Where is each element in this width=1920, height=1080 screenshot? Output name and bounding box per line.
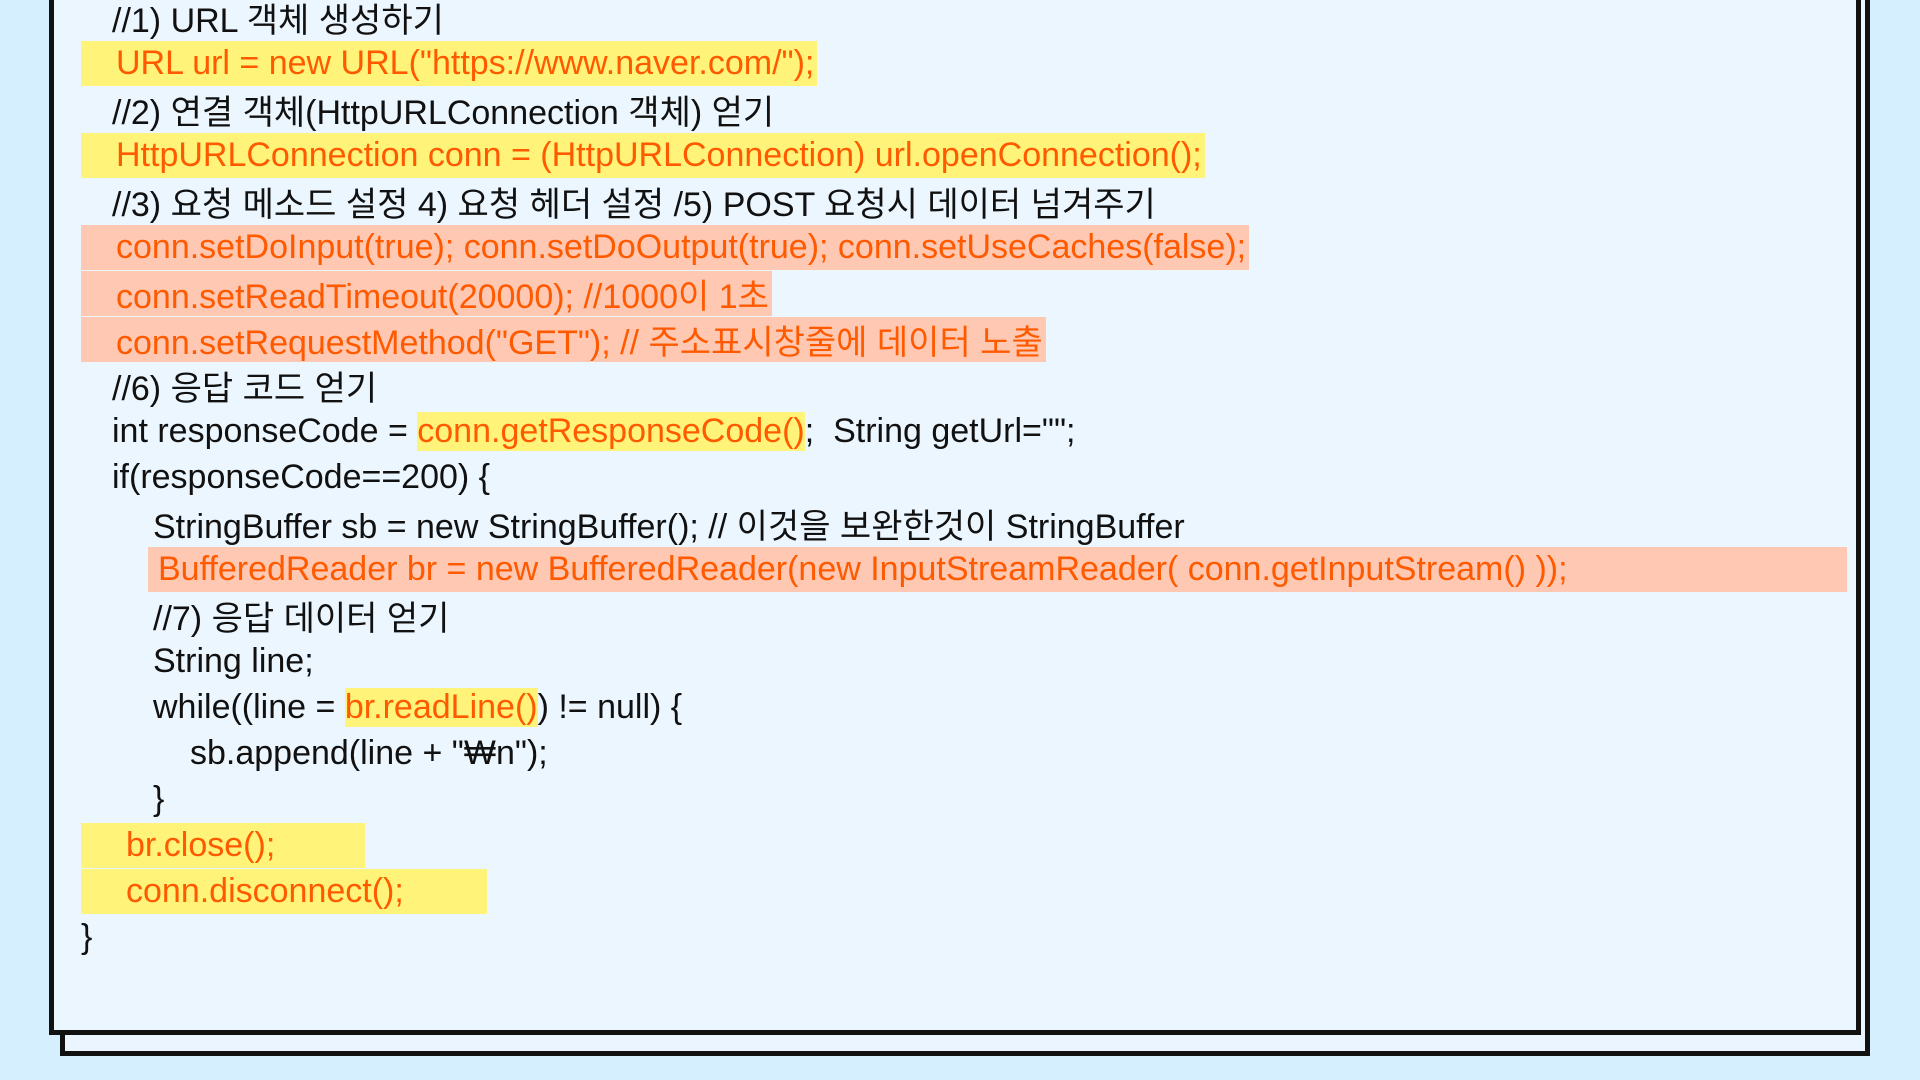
code-block: //1) URL 객체 생성하기 URL url = new URL("http… <box>81 0 1847 995</box>
code-line-comment-connection: //2) 연결 객체(HttpURLConnection 객체) 얻기 <box>112 87 774 132</box>
code-highlight: br.readLine() <box>344 688 538 727</box>
code-text: //1) URL 객체 생성하기 <box>112 2 444 40</box>
code-line-if: if(responseCode==200) { <box>112 455 490 500</box>
code-line-response-code: int responseCode = conn.getResponseCode(… <box>112 409 1075 454</box>
code-text: if(responseCode==200) { <box>112 458 491 496</box>
code-text: conn.setReadTimeout(20000); //1000이 1초 <box>116 278 769 316</box>
code-text: sb.append(line + "₩n"); <box>190 734 548 772</box>
code-line-set-timeout: conn.setReadTimeout(20000); //1000이 1초 <box>81 271 772 316</box>
code-line-append: sb.append(line + "₩n"); <box>190 731 548 776</box>
code-line-comment-url: //1) URL 객체 생성하기 <box>112 0 444 40</box>
code-line-set-method: conn.setRequestMethod("GET"); // 주소표시창줄에… <box>81 317 1046 362</box>
code-line-comment-request: //3) 요청 메소드 설정 4) 요청 헤더 설정 /5) POST 요청시 … <box>112 179 1156 224</box>
code-text: conn.setDoInput(true); conn.setDoOutput(… <box>116 228 1247 266</box>
code-text: StringBuffer sb = new StringBuffer(); //… <box>153 508 1185 546</box>
code-text: } <box>81 918 93 956</box>
code-line-open-connection: HttpURLConnection conn = (HttpURLConnect… <box>81 133 1205 178</box>
code-text: //6) 응답 코드 얻기 <box>112 370 378 408</box>
code-line-while: while((line = br.readLine()) != null) { <box>153 685 682 730</box>
code-line-comment-response-data: //7) 응답 데이터 얻기 <box>153 593 449 638</box>
code-text: //3) 요청 메소드 설정 4) 요청 헤더 설정 /5) POST 요청시 … <box>112 186 1156 224</box>
code-text: conn.disconnect(); <box>126 872 404 910</box>
code-prefix: int responseCode = <box>112 412 418 450</box>
code-line-disconnect: conn.disconnect(); <box>81 869 487 914</box>
code-line-set-options: conn.setDoInput(true); conn.setDoOutput(… <box>81 225 1250 270</box>
code-text: String line; <box>153 642 314 680</box>
code-line-close-reader: br.close(); <box>81 823 365 868</box>
code-text: BufferedReader br = new BufferedReader(n… <box>158 550 1568 588</box>
code-text: //7) 응답 데이터 얻기 <box>153 600 450 638</box>
code-text: URL url = new URL("https://www.naver.com… <box>116 44 815 82</box>
code-text: br.close(); <box>126 826 276 864</box>
code-suffix: ; String getUrl=""; <box>804 412 1076 450</box>
code-line-bufferedreader: BufferedReader br = new BufferedReader(n… <box>148 547 1847 592</box>
code-text: } <box>153 780 165 818</box>
code-line-comment-response-code: //6) 응답 코드 얻기 <box>112 363 377 408</box>
code-text: conn.setRequestMethod("GET"); // 주소표시창줄에… <box>116 324 1043 362</box>
code-text: HttpURLConnection conn = (HttpURLConnect… <box>116 136 1202 174</box>
code-line-string-declaration: String line; <box>153 639 314 684</box>
code-highlight: conn.getResponseCode() <box>417 412 805 451</box>
code-suffix: ) != null) { <box>537 688 683 726</box>
code-line-stringbuffer: StringBuffer sb = new StringBuffer(); //… <box>153 501 1185 546</box>
code-prefix: while((line = <box>153 688 345 726</box>
code-line-while-end: } <box>153 777 164 822</box>
code-card: //1) URL 객체 생성하기 URL url = new URL("http… <box>49 0 1861 1035</box>
code-line-url: URL url = new URL("https://www.naver.com… <box>81 41 818 86</box>
code-line-block-end: } <box>81 915 92 960</box>
code-slide: //1) URL 객체 생성하기 URL url = new URL("http… <box>0 0 1920 1080</box>
code-text: //2) 연결 객체(HttpURLConnection 객체) 얻기 <box>112 94 775 132</box>
